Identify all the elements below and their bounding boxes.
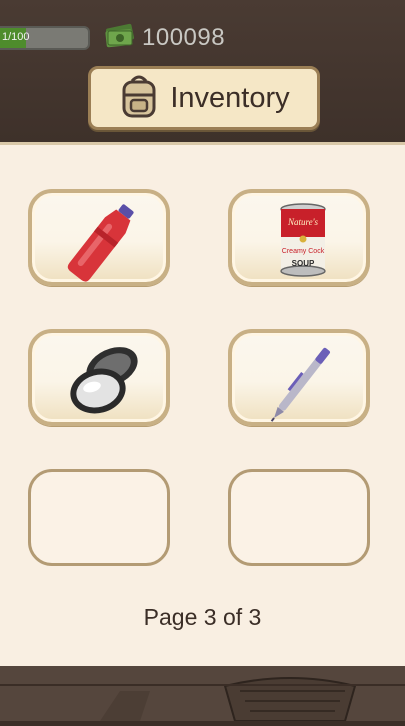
inventory-title: Inventory [170, 81, 290, 114]
health-bar: 1/100 [0, 26, 90, 50]
basket-decoration [100, 677, 357, 722]
money-display: 100098 [104, 22, 225, 53]
inventory-slot-5[interactable] [28, 469, 170, 566]
inventory-slot-2[interactable]: Nature's Creamy Cock SOUP [228, 189, 370, 286]
inventory-slot-3[interactable] [28, 329, 170, 426]
inventory-slot-6[interactable] [228, 469, 370, 566]
money-amount: 100098 [142, 23, 226, 51]
page-indicator: Page 3 of 3 [143, 604, 262, 630]
pen-icon [270, 347, 330, 422]
floor-line [0, 684, 405, 686]
health-text: 1/100 [2, 31, 30, 43]
inventory-slot-4[interactable] [228, 329, 370, 426]
backpack-icon [118, 73, 160, 124]
compact-mirror-icon [70, 347, 138, 414]
room-background [0, 666, 405, 722]
soda-bottle-icon [67, 204, 134, 282]
inventory-slot-1[interactable] [28, 189, 170, 286]
inventory-panel: Nature's Creamy Cock SOUP [0, 142, 405, 669]
soup-label: SOUP [292, 259, 315, 268]
cash-stack-icon [104, 22, 136, 53]
soup-flavor: Creamy Cock [282, 248, 325, 255]
soup-brand: Nature's [287, 217, 319, 227]
inventory-title-banner: Inventory [88, 66, 320, 130]
soup-can-icon: Nature's Creamy Cock SOUP [280, 203, 326, 277]
